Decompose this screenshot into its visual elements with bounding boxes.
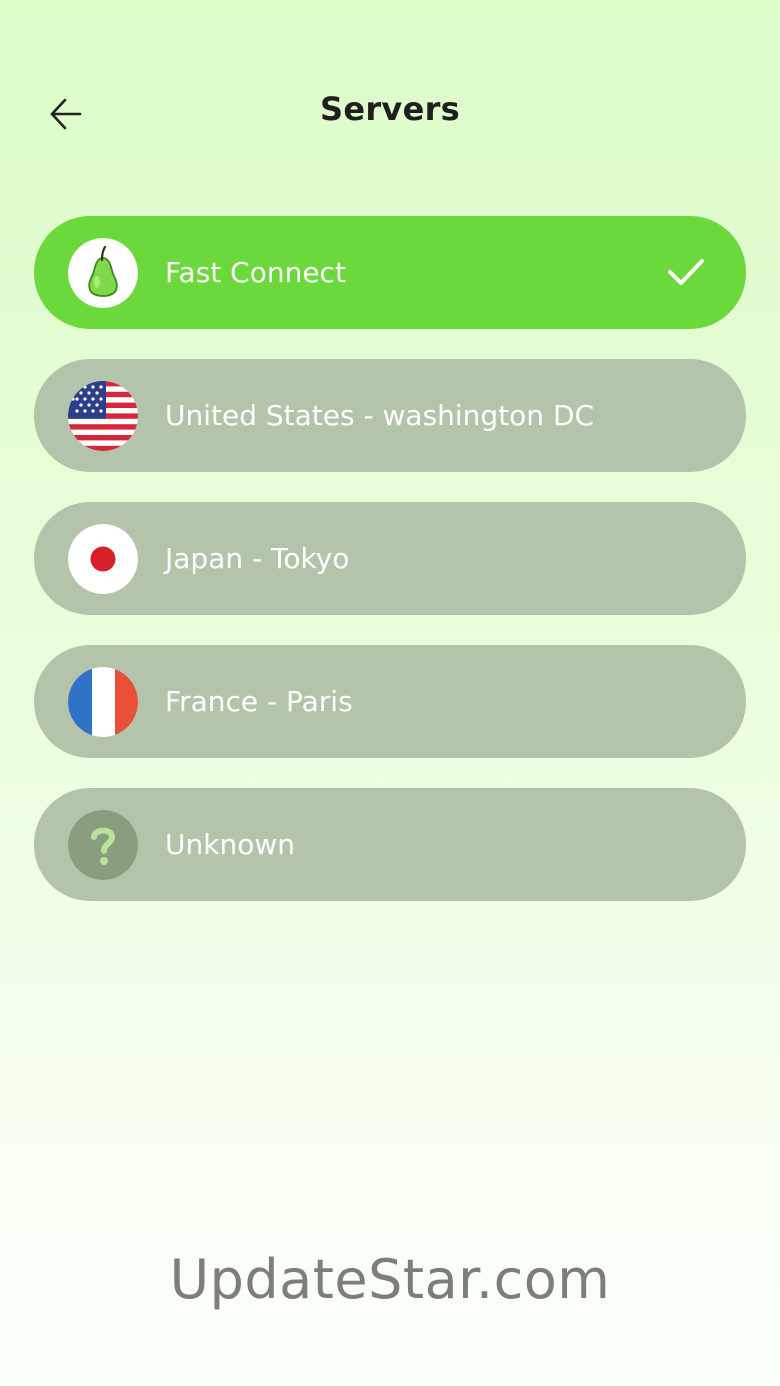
server-item-united-states[interactable]: United States - washington DC [34, 359, 746, 472]
server-item-france[interactable]: France - Paris [34, 645, 746, 758]
server-label: Japan - Tokyo [165, 542, 350, 575]
server-label: France - Paris [165, 685, 353, 718]
page-title: Servers [319, 90, 461, 128]
server-label: United States - washington DC [165, 399, 595, 432]
check-icon [668, 259, 704, 285]
pear-icon [68, 238, 138, 308]
header-bar: Servers [0, 0, 780, 230]
watermark-text: UpdateStar.com [169, 1248, 611, 1311]
server-item-japan[interactable]: Japan - Tokyo [34, 502, 746, 615]
server-item-unknown[interactable]: Unknown [34, 788, 746, 901]
japan-flag-icon [68, 524, 138, 594]
us-flag-icon [68, 381, 138, 451]
question-icon [68, 810, 138, 880]
server-list: Fast Connect United States - washington … [34, 216, 746, 931]
server-label: Unknown [165, 828, 295, 861]
france-flag-icon [68, 667, 138, 737]
server-item-fast-connect[interactable]: Fast Connect [34, 216, 746, 329]
server-label: Fast Connect [165, 256, 346, 289]
